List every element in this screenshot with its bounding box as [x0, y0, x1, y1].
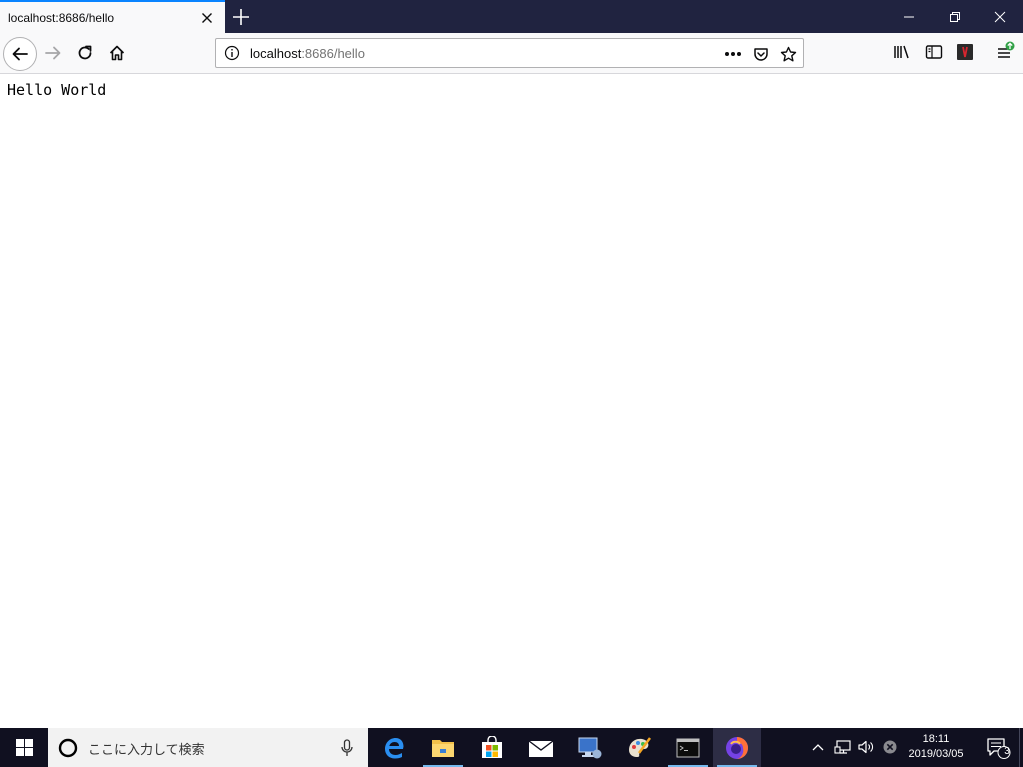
library-icon[interactable] — [891, 41, 913, 63]
terminal-icon[interactable] — [664, 728, 712, 767]
sidebar-icon[interactable] — [923, 41, 945, 63]
show-desktop-button[interactable] — [1019, 728, 1023, 767]
clock-time: 18:11 — [922, 733, 950, 745]
site-info-icon[interactable] — [224, 45, 240, 61]
cortana-icon — [58, 738, 78, 763]
edge-icon[interactable] — [370, 728, 418, 767]
page-content: Hello World — [0, 75, 1023, 728]
url-host: localhost — [250, 46, 302, 61]
restore-icon[interactable] — [932, 0, 978, 33]
close-tab-icon[interactable] — [199, 10, 215, 26]
notification-count-badge: 3 — [1004, 746, 1010, 757]
navigation-toolbar: localhost:8686/hello — [0, 33, 1023, 74]
minimize-icon[interactable] — [886, 0, 932, 33]
error-icon[interactable] — [881, 738, 899, 756]
store-icon[interactable] — [468, 728, 516, 767]
action-center-icon[interactable]: 3 — [978, 728, 1018, 767]
taskbar: ここに入力して検索 18:11 2019/03/05 3 — [0, 728, 1023, 767]
network-icon[interactable] — [834, 738, 852, 756]
forward-icon[interactable] — [37, 37, 69, 69]
search-placeholder: ここに入力して検索 — [88, 742, 205, 757]
mail-icon[interactable] — [517, 728, 565, 767]
file-explorer-icon[interactable] — [419, 728, 467, 767]
url-bar[interactable]: localhost:8686/hello — [215, 38, 804, 68]
reload-icon[interactable] — [69, 37, 101, 69]
back-icon[interactable] — [3, 37, 37, 71]
microphone-icon[interactable] — [340, 739, 354, 762]
url-path: :8686/hello — [301, 46, 365, 61]
tab-title: localhost:8686/hello — [8, 11, 115, 25]
taskbar-search-box[interactable]: ここに入力して検索 — [48, 728, 368, 767]
taskbar-clock[interactable]: 18:11 2019/03/05 — [898, 732, 974, 762]
window-close-icon[interactable] — [977, 0, 1023, 33]
new-tab-icon[interactable] — [229, 5, 253, 29]
pocket-icon[interactable] — [751, 44, 771, 64]
home-icon[interactable] — [101, 37, 133, 69]
remote-desktop-icon[interactable] — [566, 728, 614, 767]
volume-icon[interactable] — [857, 738, 875, 756]
firefox-icon[interactable] — [713, 728, 761, 767]
bookmark-star-icon[interactable] — [778, 44, 798, 64]
clock-date: 2019/03/05 — [908, 748, 964, 760]
tab-active[interactable]: localhost:8686/hello — [0, 0, 225, 33]
page-body-text: Hello World — [7, 81, 107, 99]
chevron-up-icon[interactable] — [809, 738, 827, 756]
page-actions-icon[interactable] — [723, 44, 743, 64]
tab-strip: localhost:8686/hello — [0, 0, 1023, 33]
url-text[interactable]: localhost:8686/hello — [250, 46, 365, 61]
extension-icon[interactable] — [954, 41, 976, 63]
windows-start-icon[interactable] — [0, 728, 48, 767]
menu-icon[interactable] — [994, 41, 1016, 63]
paint-icon[interactable] — [615, 728, 663, 767]
